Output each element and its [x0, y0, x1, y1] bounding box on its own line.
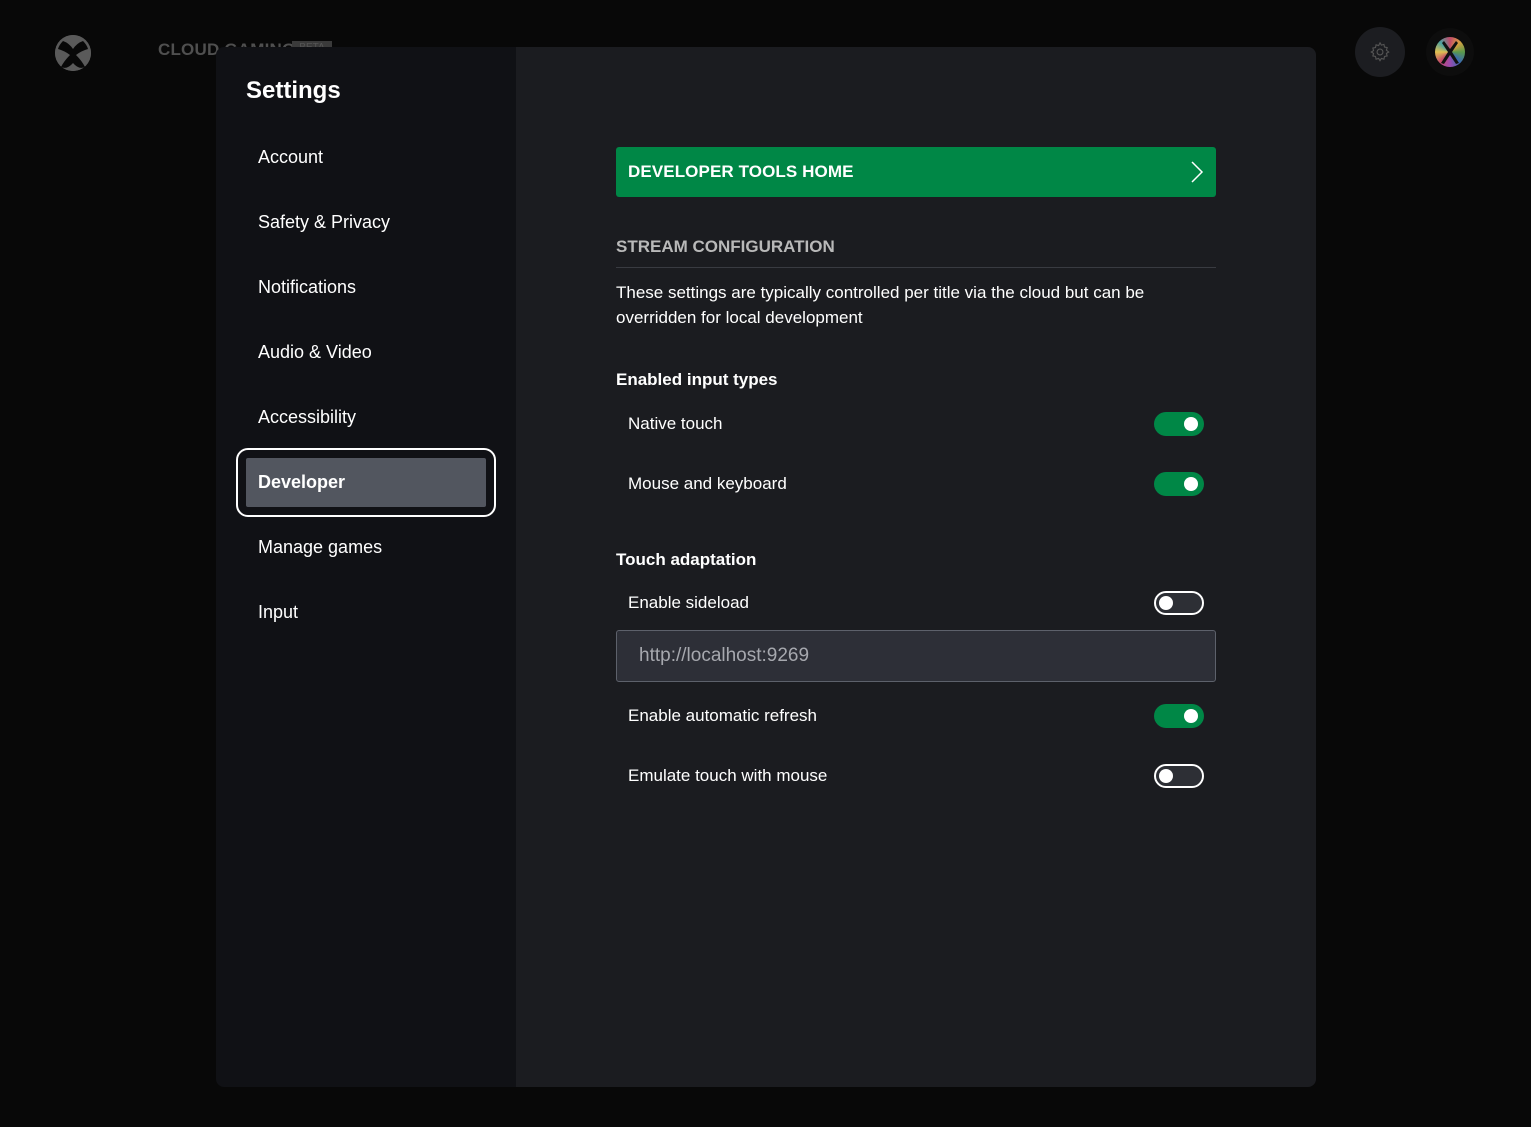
sidebar-item-notifications[interactable]: Notifications	[238, 260, 494, 315]
settings-main: DEVELOPER TOOLS HOME STREAM CONFIGURATIO…	[516, 47, 1316, 1087]
settings-title: Settings	[246, 77, 341, 104]
mouse-keyboard-row: Mouse and keyboard	[616, 454, 1216, 514]
settings-nav: Account Safety & Privacy Notifications A…	[236, 130, 496, 650]
auto-refresh-row: Enable automatic refresh	[616, 686, 1216, 746]
sideload-url-input[interactable]	[616, 630, 1216, 682]
stream-configuration-description: These settings are typically controlled …	[616, 283, 1145, 327]
sidebar-item-developer[interactable]: Developer	[236, 448, 496, 517]
auto-refresh-label: Enable automatic refresh	[628, 706, 817, 725]
sidebar-item-audio-video[interactable]: Audio & Video	[238, 325, 494, 380]
mouse-keyboard-toggle[interactable]	[1154, 472, 1204, 496]
sidebar-item-input[interactable]: Input	[238, 585, 494, 640]
sidebar-item-account[interactable]: Account	[238, 130, 494, 185]
chevron-right-icon	[1191, 161, 1204, 183]
settings-modal: Settings Account Safety & Privacy Notifi…	[216, 47, 1316, 1087]
settings-button[interactable]	[1355, 27, 1405, 77]
sidebar-item-manage-games[interactable]: Manage games	[238, 520, 494, 575]
native-touch-label: Native touch	[628, 414, 723, 433]
enabled-input-types-title: Enabled input types	[616, 370, 778, 389]
emulate-touch-label: Emulate touch with mouse	[628, 766, 828, 785]
touch-adaptation-title: Touch adaptation	[616, 550, 757, 569]
mouse-keyboard-label: Mouse and keyboard	[628, 474, 787, 493]
developer-content: DEVELOPER TOOLS HOME STREAM CONFIGURATIO…	[616, 147, 1216, 806]
stream-configuration-heading: STREAM CONFIGURATION	[616, 237, 1216, 268]
sidebar-item-safety-privacy[interactable]: Safety & Privacy	[238, 195, 494, 250]
emulate-touch-toggle[interactable]	[1154, 764, 1204, 788]
native-touch-toggle[interactable]	[1154, 412, 1204, 436]
native-touch-row: Native touch	[616, 394, 1216, 454]
enable-sideload-row: Enable sideload	[616, 576, 1216, 630]
xbox-logo-icon[interactable]	[55, 35, 91, 71]
enable-sideload-label: Enable sideload	[628, 593, 749, 612]
developer-tools-home-button[interactable]: DEVELOPER TOOLS HOME	[616, 147, 1216, 197]
emulate-touch-row: Emulate touch with mouse	[616, 746, 1216, 806]
developer-tools-home-label: DEVELOPER TOOLS HOME	[628, 162, 854, 181]
settings-sidebar: Settings Account Safety & Privacy Notifi…	[216, 47, 516, 1087]
enable-sideload-toggle[interactable]	[1154, 591, 1204, 615]
sidebar-item-accessibility[interactable]: Accessibility	[238, 390, 494, 445]
gear-icon	[1370, 41, 1390, 62]
profile-avatar[interactable]	[1426, 28, 1474, 76]
auto-refresh-toggle[interactable]	[1154, 704, 1204, 728]
